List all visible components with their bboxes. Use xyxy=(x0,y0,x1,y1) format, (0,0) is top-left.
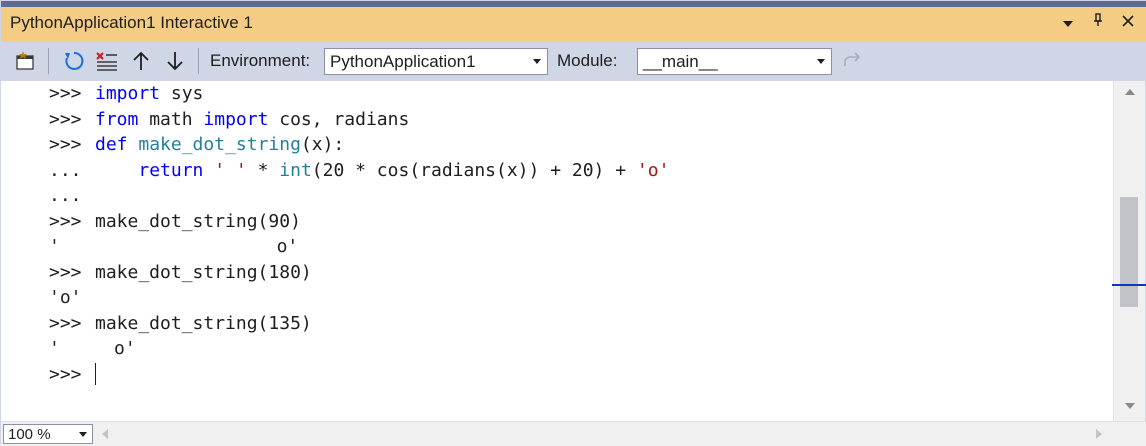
chevron-down-icon xyxy=(79,432,87,437)
environment-label: Environment: xyxy=(210,51,311,70)
console-output-text: ' o' xyxy=(49,338,136,359)
text-cursor xyxy=(95,363,96,385)
title-bar-controls xyxy=(1061,13,1135,32)
module-label: Module: xyxy=(557,51,618,70)
toolbar-separator xyxy=(198,48,199,74)
code-token: (x): xyxy=(300,134,345,155)
chevron-down-icon xyxy=(817,59,825,64)
console-prompt: ... xyxy=(49,159,82,181)
code-token: make_dot_string(90) xyxy=(95,210,301,232)
code-token: make_dot_string(180) xyxy=(95,261,312,283)
history-down-icon[interactable] xyxy=(162,48,188,74)
console-code: return ' ' * int(20 * cos(radians(x)) + … xyxy=(95,158,669,183)
keyword-token: def xyxy=(95,134,128,155)
console-code: make_dot_string(180) xyxy=(95,260,312,285)
console-prompt: >>> xyxy=(49,312,82,334)
vertical-scrollbar[interactable] xyxy=(1112,81,1146,421)
scroll-down-icon[interactable] xyxy=(1125,403,1135,409)
window-title: PythonApplication1 Interactive 1 xyxy=(10,13,253,32)
function-token: make_dot_string xyxy=(138,134,301,155)
function-token: int xyxy=(279,159,312,181)
code-token: sys xyxy=(160,83,204,104)
title-bar[interactable]: PythonApplication1 Interactive 1 xyxy=(1,1,1146,42)
code-token: * xyxy=(246,159,280,181)
environment-select[interactable]: PythonApplication1 xyxy=(324,48,548,75)
close-icon[interactable] xyxy=(1121,14,1135,32)
console-output[interactable]: >>> import sys >>> from math import cos, ra… xyxy=(1,81,1113,421)
console-prompt: >>> xyxy=(49,261,82,283)
console-prompt: >>> xyxy=(49,210,82,232)
console-output-text: 'o' xyxy=(49,287,82,308)
redo-icon[interactable] xyxy=(839,48,865,74)
string-token: 'o' xyxy=(636,159,670,181)
keyword-token: import xyxy=(95,83,161,104)
caret-position-marker xyxy=(1112,284,1146,286)
console-prompt: >>> xyxy=(49,134,82,155)
history-up-icon[interactable] xyxy=(128,48,154,74)
code-token: cos, radians xyxy=(268,108,410,130)
console-prompt: >>> xyxy=(49,83,82,104)
string-token: ' ' xyxy=(214,159,247,181)
scroll-right-icon[interactable] xyxy=(1096,429,1102,439)
console-code: make_dot_string(90) xyxy=(95,209,301,234)
status-bar: 100 % xyxy=(1,421,1146,446)
module-select[interactable]: __main__ xyxy=(637,48,832,75)
pin-icon[interactable] xyxy=(1091,13,1105,32)
reset-icon[interactable] xyxy=(61,48,87,74)
environment-value: PythonApplication1 xyxy=(330,52,476,71)
console-prompt: >>> xyxy=(49,363,82,385)
send-to-interactive-icon[interactable] xyxy=(13,48,39,74)
code-token: (20 * cos(radians(x)) + 20) + xyxy=(311,159,637,181)
scroll-left-icon[interactable] xyxy=(102,429,108,439)
console-prompt: >>> xyxy=(49,108,82,130)
scroll-up-icon[interactable] xyxy=(1125,89,1135,95)
console-code: make_dot_string(135) xyxy=(95,311,312,336)
zoom-select[interactable]: 100 % xyxy=(3,424,93,444)
clear-icon[interactable] xyxy=(94,48,120,74)
keyword-token: return xyxy=(138,159,204,181)
dropdown-icon[interactable] xyxy=(1061,14,1075,32)
keyword-token: import xyxy=(203,108,269,130)
interactive-window: PythonApplication1 Interactive 1 Environ… xyxy=(0,0,1146,446)
console-prompt: ... xyxy=(49,185,82,206)
scroll-thumb[interactable] xyxy=(1120,197,1138,307)
console-code: from math import cos, radians xyxy=(95,107,409,132)
console-code: def make_dot_string(x): xyxy=(95,132,344,157)
code-token: make_dot_string(135) xyxy=(95,312,312,334)
toolbar-separator xyxy=(48,48,49,74)
toolbar: Environment: PythonApplication1 Module: … xyxy=(1,42,1146,81)
chevron-down-icon xyxy=(533,59,541,64)
zoom-value: 100 % xyxy=(8,426,51,443)
console-code: import sys xyxy=(95,81,203,106)
module-value: __main__ xyxy=(643,52,718,71)
keyword-token: from xyxy=(95,108,139,130)
console-output-text: ' o' xyxy=(49,236,299,257)
code-token: math xyxy=(138,108,204,130)
